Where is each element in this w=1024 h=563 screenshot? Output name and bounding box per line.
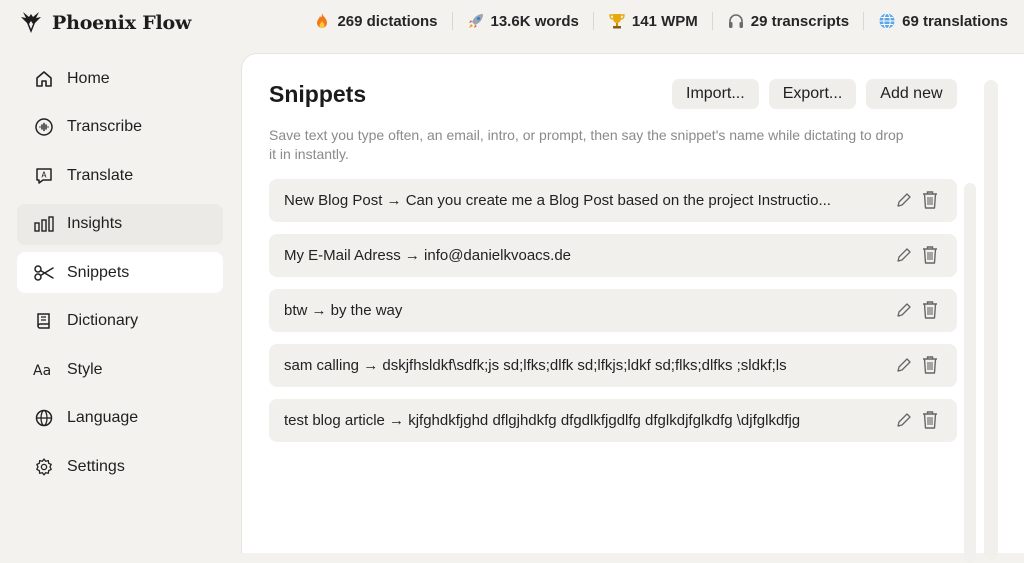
- headphones-icon: [727, 12, 745, 30]
- trash-icon[interactable]: [921, 245, 939, 265]
- sidebar-item-label: Translate: [67, 166, 134, 184]
- language-globe-icon: [33, 407, 55, 429]
- snippet-list: New Blog Post → Can you create me a Blog…: [269, 179, 957, 454]
- page-title: Snippets: [269, 81, 367, 107]
- edit-pencil-icon[interactable]: [895, 301, 913, 319]
- trash-icon[interactable]: [921, 410, 939, 430]
- sidebar-item-label: Insights: [67, 215, 123, 232]
- snippets-panel: Snippets Import... Export... Add new Sav…: [241, 53, 1024, 563]
- brand[interactable]: Phoenix Flow: [20, 11, 191, 35]
- sidebar-item-label: Home: [67, 69, 110, 87]
- sidebar-nav: Home Transcribe A Translate Insights Sni…: [17, 58, 223, 495]
- svg-text:Aa: Aa: [33, 363, 51, 379]
- sidebar-item-transcribe[interactable]: Transcribe: [17, 107, 223, 148]
- stat-label: 141 WPM: [631, 12, 698, 30]
- sidebar-item-language[interactable]: Language: [17, 398, 223, 439]
- divider: [863, 12, 865, 30]
- divider: [451, 12, 453, 30]
- waveform-icon: [33, 116, 55, 138]
- divider: [592, 12, 594, 30]
- sidebar-item-translate[interactable]: A Translate: [17, 155, 223, 196]
- phoenix-logo-icon: [21, 12, 41, 33]
- bar-chart-icon: [33, 213, 55, 235]
- panel-scrollbar[interactable]: [984, 80, 998, 560]
- sidebar-item-settings[interactable]: Settings: [17, 446, 223, 487]
- rocket-icon: [467, 12, 485, 30]
- sidebar-item-snippets[interactable]: Snippets: [17, 252, 223, 293]
- add-new-button[interactable]: Add new: [866, 79, 957, 109]
- stat-translations: 69 translations: [878, 12, 1008, 30]
- sidebar-item-label: Settings: [67, 457, 125, 475]
- stat-words: 13.6K words: [467, 12, 579, 30]
- edit-pencil-icon[interactable]: [895, 246, 913, 264]
- fire-icon: [313, 12, 331, 30]
- text-style-icon: Aa: [33, 359, 55, 381]
- snippet-text: test blog article → kjfghdkfjghd dflgjhd…: [284, 412, 801, 429]
- snippet-text: New Blog Post → Can you create me a Blog…: [284, 192, 831, 209]
- stat-wpm: 141 WPM: [608, 12, 698, 30]
- trophy-icon: [608, 12, 626, 30]
- sidebar-item-style[interactable]: Aa Style: [17, 349, 223, 390]
- snippet-row[interactable]: New Blog Post → Can you create me a Blog…: [269, 179, 957, 222]
- edit-pencil-icon[interactable]: [895, 191, 913, 209]
- stat-label: 69 translations: [902, 12, 1008, 30]
- snippet-row[interactable]: test blog article → kjfghdkfjghd dflgjhd…: [269, 399, 957, 442]
- globe-icon: [878, 12, 896, 30]
- snippet-text: btw → by the way: [284, 302, 403, 319]
- stat-label: 13.6K words: [490, 12, 579, 30]
- trash-icon[interactable]: [921, 190, 939, 210]
- gear-icon: [33, 456, 55, 478]
- top-bar: Phoenix Flow 269 dictations 13.6K words …: [0, 0, 1024, 50]
- book-icon: [33, 310, 55, 332]
- snippet-actions: Import... Export... Add new: [672, 79, 957, 109]
- page-description: Save text you type often, an email, intr…: [269, 127, 904, 162]
- stats-bar: 269 dictations 13.6K words 141 WPM 29 tr…: [313, 12, 1008, 30]
- scissors-icon: [33, 262, 55, 284]
- sidebar-item-label: Dictionary: [67, 312, 139, 329]
- snippet-text: sam calling → dskjfhsldkf\sdfk;js sd;lfk…: [284, 357, 787, 374]
- stat-label: 29 transcripts: [750, 12, 850, 30]
- edit-pencil-icon[interactable]: [895, 356, 913, 374]
- trash-icon[interactable]: [921, 355, 939, 375]
- app-name: Phoenix Flow: [52, 12, 192, 34]
- svg-text:A: A: [41, 170, 47, 179]
- import-button[interactable]: Import...: [672, 79, 759, 109]
- home-icon: [33, 68, 55, 90]
- sidebar-item-label: Language: [67, 409, 139, 426]
- trash-icon[interactable]: [921, 300, 939, 320]
- sidebar-item-label: Transcribe: [67, 118, 142, 135]
- snippet-row[interactable]: sam calling → dskjfhsldkf\sdfk;js sd;lfk…: [269, 344, 957, 387]
- translate-icon: A: [33, 165, 55, 187]
- sidebar-item-insights[interactable]: Insights: [17, 203, 223, 245]
- divider: [711, 12, 713, 30]
- sidebar-item-label: Style: [67, 360, 103, 378]
- sidebar-item-dictionary[interactable]: Dictionary: [17, 301, 223, 342]
- list-scrollbar[interactable]: [964, 183, 976, 563]
- snippet-row[interactable]: btw → by the way: [269, 289, 957, 332]
- sidebar-item-home[interactable]: Home: [17, 58, 223, 99]
- stat-label: 269 dictations: [337, 12, 438, 30]
- stat-transcripts: 29 transcripts: [727, 12, 849, 30]
- edit-pencil-icon[interactable]: [895, 411, 913, 429]
- export-button[interactable]: Export...: [768, 79, 857, 109]
- snippet-row[interactable]: My E-Mail Adress → info@danielkvoacs.de: [269, 234, 957, 277]
- stat-dictations: 269 dictations: [313, 12, 438, 30]
- sidebar-item-label: Snippets: [67, 263, 130, 281]
- snippet-text: My E-Mail Adress → info@danielkvoacs.de: [284, 247, 572, 264]
